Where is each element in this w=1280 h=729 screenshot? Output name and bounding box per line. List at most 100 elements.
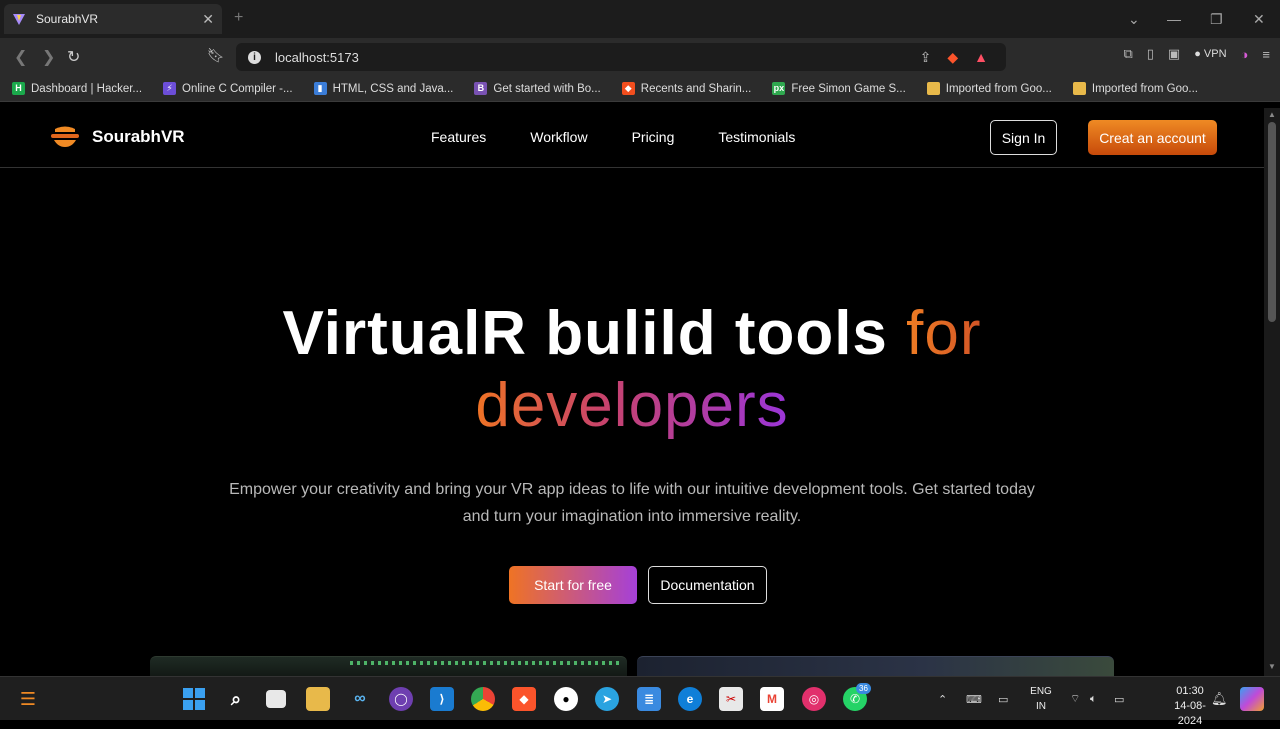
brave-rewards-icon[interactable]: ▲	[974, 49, 988, 66]
language-indicator[interactable]: ENG IN	[1028, 684, 1054, 714]
windows-start-icon[interactable]	[182, 687, 206, 711]
hero-heading-line2: developers	[0, 370, 1264, 442]
documentation-button[interactable]: Documentation	[648, 566, 767, 604]
share-icon[interactable]: ⇪	[920, 49, 932, 66]
brave-shield-icon[interactable]: ◆	[947, 49, 958, 66]
bookmark-item[interactable]: ◆ Recents and Sharin...	[621, 82, 752, 95]
bookmark-label: Online C Compiler -...	[182, 82, 293, 95]
hero-heading-gradient: developers	[475, 371, 789, 440]
bookmark-label: Imported from Goo...	[945, 82, 1052, 95]
tray-overflow-icon[interactable]: ⌃	[938, 677, 947, 721]
px-icon: px	[772, 82, 786, 95]
create-account-button[interactable]: Creat an account	[1088, 120, 1217, 155]
hero-heading-accent: for	[906, 299, 982, 368]
bookmark-item[interactable]: H Dashboard | Hacker...	[12, 82, 142, 95]
scrollbar-thumb[interactable]	[1268, 122, 1276, 322]
bookmark-icon[interactable]: 🔖︎	[207, 47, 225, 64]
menu-icon[interactable]: ≡	[1262, 47, 1270, 62]
brand-name: SourabhVR	[92, 127, 185, 146]
scroll-down-icon[interactable]: ▼	[1268, 662, 1276, 671]
vite-icon	[13, 14, 25, 25]
bootstrap-icon: B	[474, 82, 488, 95]
nav-link-testimonials[interactable]: Testimonials	[718, 129, 795, 145]
nav-link-features[interactable]: Features	[431, 129, 486, 145]
wifi-icon[interactable]: ⌔	[1070, 677, 1080, 721]
bookmark-item[interactable]: ⚡ Online C Compiler -...	[163, 82, 293, 95]
github-icon[interactable]: ●	[554, 687, 578, 711]
keyboard-icon[interactable]: ⌨	[966, 677, 982, 721]
toolbar-right: ⧉ ▯ ▣ ● VPN ◑ ≡	[1123, 46, 1270, 62]
url-text: localhost:5173	[275, 49, 359, 65]
browser-tab[interactable]: SourabhVR ✕	[4, 4, 222, 34]
minimize-icon[interactable]: —	[1167, 0, 1181, 38]
volume-icon[interactable]: 🔈︎	[1090, 677, 1097, 721]
search-icon[interactable]: ⌕	[224, 687, 248, 711]
copilot-pre-icon[interactable]	[1240, 687, 1264, 711]
nav-link-pricing[interactable]: Pricing	[632, 129, 675, 145]
window-close-icon[interactable]: ✕	[1253, 0, 1265, 38]
tab-title: SourabhVR	[36, 12, 99, 26]
restore-icon[interactable]: ❐	[1210, 0, 1223, 38]
hero-heading-main: VirtualR bulild tools	[282, 299, 888, 368]
site-logo[interactable]: SourabhVR	[50, 126, 185, 148]
telegram-icon[interactable]: ➤	[595, 687, 619, 711]
os-taskbar: ☰ ⌕ ∞ ◯ ⟩ ◆ ● ➤ ≣ e ✂ M ◎ ✆ 36 ⌃ ⌨ ▭ ENG…	[0, 676, 1280, 727]
reload-icon[interactable]: ↻	[67, 47, 80, 67]
chrome-icon[interactable]	[471, 687, 495, 711]
chart-icon: ▮	[313, 82, 327, 95]
gmail-icon[interactable]: M	[760, 687, 784, 711]
brave-icon[interactable]: ◆	[512, 687, 536, 711]
notification-bell-icon[interactable]: 🔔︎	[1211, 677, 1228, 721]
vpn-button[interactable]: ● VPN	[1194, 48, 1226, 60]
back-icon[interactable]: ❮	[14, 47, 27, 67]
page-scrollbar[interactable]: ▲ ▼	[1264, 108, 1280, 676]
bookmark-item[interactable]: px Free Simon Game S...	[772, 82, 906, 95]
site-info-icon[interactable]: i	[248, 50, 261, 64]
nav-links: Features Workflow Pricing Testimonials	[431, 129, 795, 145]
forward-icon[interactable]: ❯	[42, 47, 55, 67]
preview-image-left	[150, 656, 627, 676]
edge-icon[interactable]: e	[678, 687, 702, 711]
github-desktop-icon[interactable]: ◯	[389, 687, 413, 711]
snipping-tool-icon[interactable]: ✂	[719, 687, 743, 711]
new-tab-icon[interactable]: +	[234, 9, 243, 27]
touchpad-icon[interactable]: ▭	[998, 677, 1008, 721]
bookmarks-bar: H Dashboard | Hacker... ⚡ Online C Compiler…	[0, 76, 1280, 102]
notepad-icon[interactable]: ≣	[637, 687, 661, 711]
address-bar[interactable]: i localhost:5173 ⇪ ◆ ▲	[236, 43, 1006, 71]
preview-image-right	[637, 656, 1114, 676]
scroll-up-icon[interactable]: ▲	[1268, 110, 1276, 119]
logo-icon	[51, 126, 79, 147]
extensions-icon[interactable]: ⧉	[1123, 46, 1132, 62]
nav-link-workflow[interactable]: Workflow	[530, 129, 587, 145]
wallet-icon[interactable]: ▣	[1168, 46, 1180, 62]
bookmark-item[interactable]: Imported from Goo...	[1072, 82, 1198, 95]
compiler-icon: ⚡	[163, 82, 177, 95]
vscode-icon[interactable]: ⟩	[430, 687, 454, 711]
start-for-free-button[interactable]: Start for free	[509, 566, 637, 604]
leo-icon[interactable]: ◑	[1241, 47, 1249, 62]
bookmark-item[interactable]: B Get started with Bo...	[474, 82, 601, 95]
sidebar-icon[interactable]: ▯	[1147, 46, 1154, 62]
hero-subtitle: Empower your creativity and bring your V…	[229, 481, 1035, 525]
copilot-icon[interactable]: ∞	[348, 687, 372, 711]
site-navbar: SourabhVR Features Workflow Pricing Test…	[0, 108, 1264, 168]
weather-widget-icon[interactable]: ☰	[16, 687, 40, 711]
figma-icon: ◆	[621, 82, 635, 95]
close-tab-icon[interactable]: ✕	[202, 11, 214, 28]
folder-icon	[926, 82, 940, 95]
battery-icon[interactable]: ▭	[1114, 677, 1124, 721]
bookmark-label: Imported from Goo...	[1091, 82, 1198, 95]
bookmark-label: Dashboard | Hacker...	[31, 82, 143, 95]
tab-list-chevron-icon[interactable]: ⌄	[1128, 0, 1140, 38]
bookmark-item[interactable]: ▮ HTML, CSS and Java...	[313, 82, 453, 95]
task-view-icon[interactable]	[266, 690, 286, 708]
web-page: SourabhVR Features Workflow Pricing Test…	[0, 108, 1264, 676]
clock[interactable]: 01:30 14-08-2024	[1168, 684, 1212, 729]
instagram-icon[interactable]: ◎	[802, 687, 826, 711]
file-explorer-icon[interactable]	[306, 687, 330, 711]
bookmark-label: Free Simon Game S...	[791, 82, 906, 95]
bookmark-label: Recents and Sharin...	[640, 82, 752, 95]
bookmark-item[interactable]: Imported from Goo...	[926, 82, 1052, 95]
sign-in-button[interactable]: Sign In	[990, 120, 1057, 155]
